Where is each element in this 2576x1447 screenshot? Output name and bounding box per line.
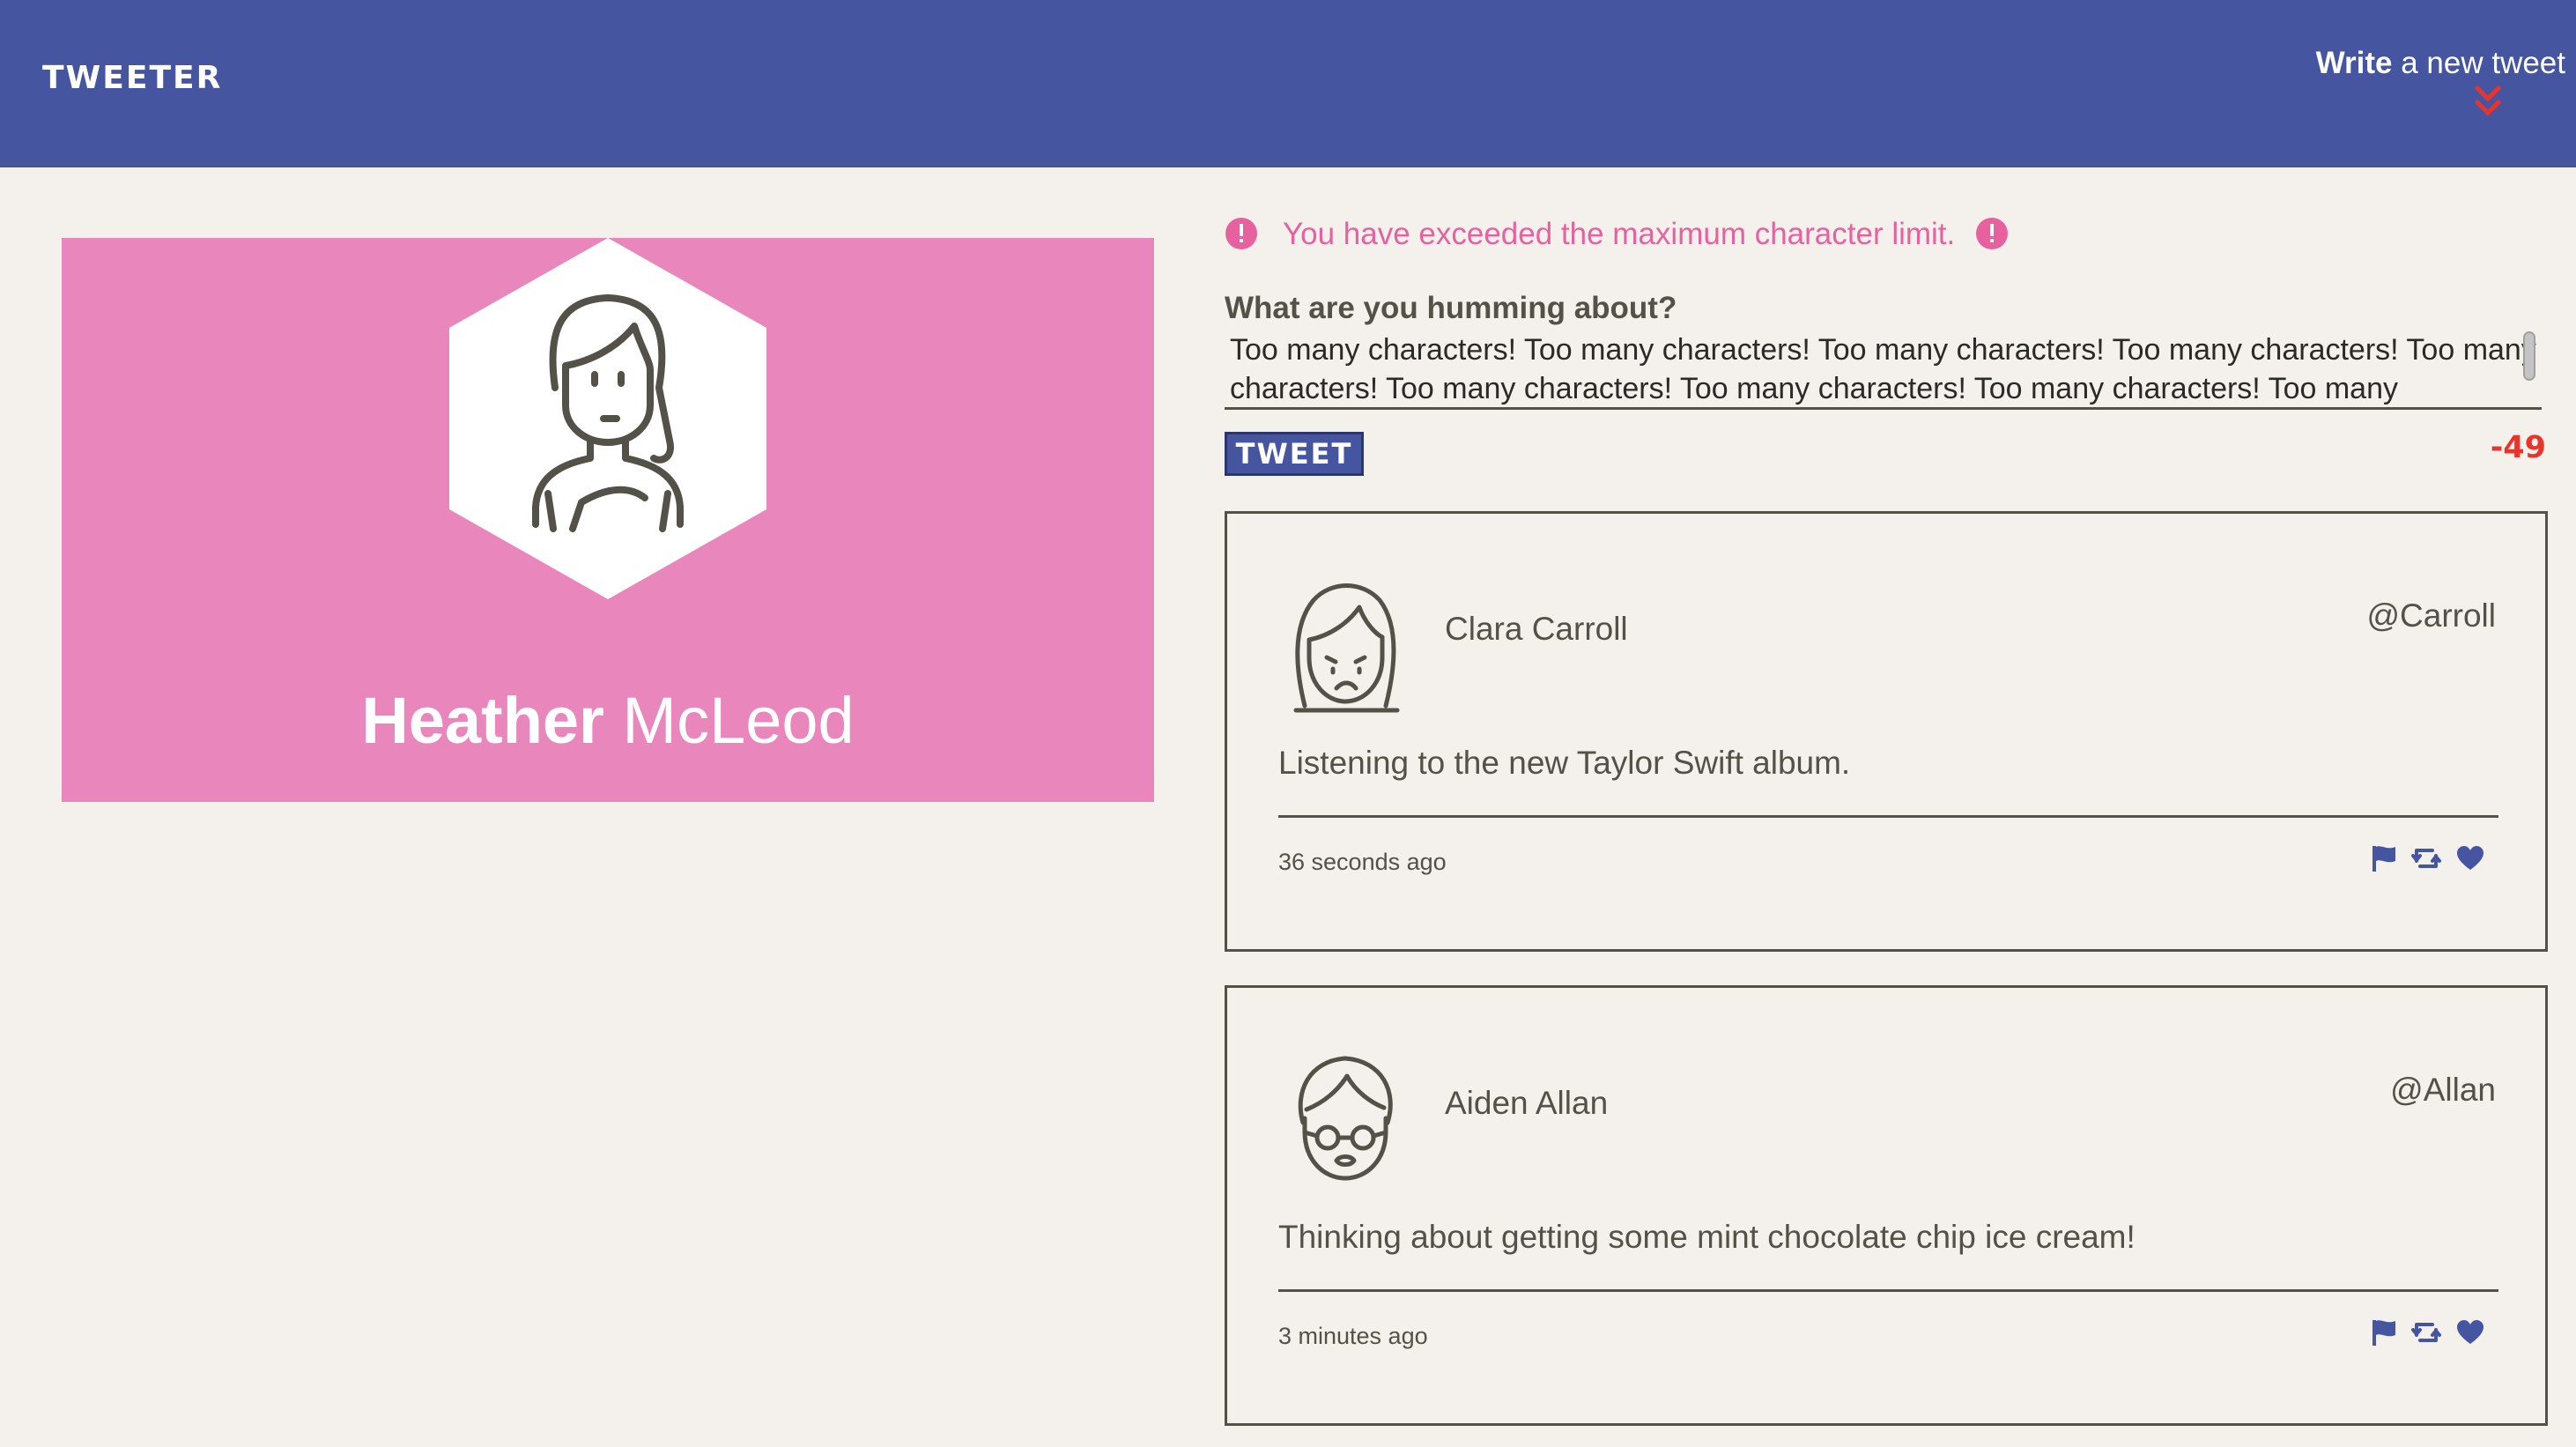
- tweet-button[interactable]: TWEET: [1225, 432, 1364, 476]
- tweet-textarea[interactable]: Too many characters! Too many characters…: [1225, 330, 2542, 410]
- top-nav: TWEETER Write a new tweet: [0, 0, 2576, 167]
- alert-icon: [1225, 218, 1257, 249]
- error-message: You have exceeded the maximum character …: [1283, 217, 1956, 251]
- tweet-actions: [2369, 1317, 2492, 1349]
- boy-with-glasses-avatar-icon: [1298, 1056, 1393, 1181]
- tweet-timestamp: 3 minutes ago: [1278, 1323, 1428, 1349]
- tweet-timestamp: 36 seconds ago: [1278, 849, 1447, 875]
- character-counter: -49: [2490, 430, 2546, 465]
- profile-first-name: Heather: [361, 684, 604, 757]
- chevron-double-down-icon[interactable]: [2469, 85, 2507, 120]
- profile-avatar-hexagon: [449, 238, 766, 599]
- write-label-rest: a new tweet: [2392, 46, 2565, 80]
- retweet-icon[interactable]: [2411, 1317, 2441, 1347]
- error-message-row: You have exceeded the maximum character …: [1225, 213, 2017, 257]
- tweet-content: Listening to the new Taylor Swift album.: [1278, 745, 1851, 781]
- tweet-author-handle: @Carroll: [2366, 597, 2496, 634]
- profile-name: Heather McLeod: [62, 683, 1154, 758]
- profile-last-name: McLeod: [622, 684, 855, 757]
- tweet-author-name: Clara Carroll: [1445, 611, 1628, 647]
- tweet-prompt-label: What are you humming about?: [1225, 291, 1677, 325]
- tweet-author-handle: @Allan: [2390, 1072, 2496, 1108]
- brand-logo[interactable]: TWEETER: [42, 60, 222, 96]
- tweet-divider: [1278, 1289, 2498, 1292]
- alert-icon: [1976, 218, 2008, 249]
- textarea-scrollbar[interactable]: [2523, 331, 2535, 381]
- write-label-bold: Write: [2315, 46, 2393, 80]
- tweet-content: Thinking about getting some mint chocola…: [1278, 1219, 2136, 1255]
- tweet-divider: [1278, 815, 2498, 818]
- heart-icon[interactable]: [2455, 843, 2485, 873]
- write-new-tweet-toggle[interactable]: Write a new tweet: [2284, 46, 2565, 125]
- tweet-actions: [2369, 843, 2492, 875]
- heart-icon[interactable]: [2455, 1317, 2485, 1347]
- retweet-icon[interactable]: [2411, 843, 2441, 873]
- flag-icon[interactable]: [2369, 1317, 2399, 1347]
- profile-card: Heather McLeod: [62, 238, 1154, 802]
- tweet-author-name: Aiden Allan: [1445, 1085, 1609, 1121]
- flag-icon[interactable]: [2369, 843, 2399, 873]
- tweet-card: Aiden Allan @Allan Thinking about gettin…: [1225, 985, 2548, 1426]
- write-new-tweet-label[interactable]: Write a new tweet: [2316, 46, 2565, 81]
- girl-avatar-icon: [1293, 583, 1400, 713]
- tweet-card: Clara Carroll @Carroll Listening to the …: [1225, 511, 2548, 952]
